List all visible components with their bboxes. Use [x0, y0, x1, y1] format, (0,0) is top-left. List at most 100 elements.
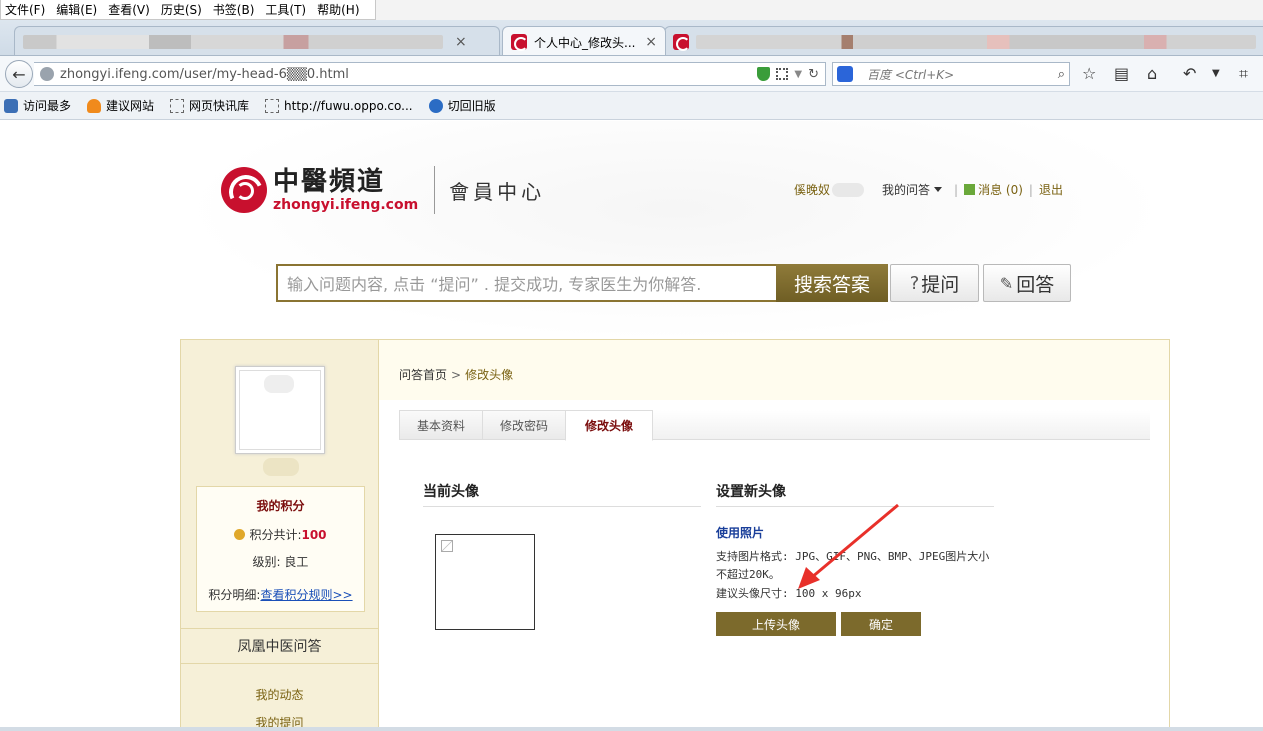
score-detail: 积分明细:查看积分规则>> [197, 586, 364, 603]
home-icon[interactable]: ⌂ [1147, 64, 1157, 83]
shield-icon[interactable] [757, 67, 771, 81]
menu-help[interactable]: 帮助(H) [317, 1, 359, 18]
menu-tools[interactable]: 工具(T) [265, 1, 306, 18]
lightbulb-icon [87, 98, 102, 113]
gear-icon [4, 98, 18, 113]
dropdown-arrow-icon[interactable]: ▼ [794, 69, 802, 80]
menu-file[interactable]: 文件(F) [5, 1, 45, 18]
user-name[interactable]: 傒晚奴 [794, 181, 830, 198]
sidebar: 我的积分 积分共计: 100 级别: 良工 积分明细:查看积分规则>> 凤凰中医… [180, 339, 379, 731]
sidebar-item-my-activity[interactable]: 我的动态 [181, 686, 378, 703]
bookmark-label: 网页快讯库 [189, 99, 250, 113]
menu-edit[interactable]: 编辑(E) [56, 1, 97, 18]
header-background [180, 121, 1170, 341]
tab-basic-info[interactable]: 基本资料 [399, 410, 483, 440]
pencil-icon: ✎ [999, 273, 1014, 293]
user-name-blur [832, 182, 865, 197]
menu-bookmarks[interactable]: 书签(B) [213, 1, 255, 18]
logout-link[interactable]: 退出 [1039, 181, 1063, 198]
level-label: 级别: [252, 555, 281, 569]
url-text[interactable]: zhongyi.ifeng.com/user/my-head-6▒▒0.html [60, 67, 757, 82]
baidu-paw-icon[interactable] [837, 66, 853, 82]
bookmark-oppo[interactable]: http://fuwu.oppo.co... [265, 98, 413, 113]
search-placeholder[interactable]: 百度 <Ctrl+K> [867, 66, 1058, 83]
logo-chinese: 中醫頻道 [273, 167, 386, 197]
url-bar[interactable]: zhongyi.ifeng.com/user/my-head-6▒▒0.html… [34, 62, 826, 86]
profile-tabs: 基本资料 修改密码 修改头像 [399, 410, 1150, 441]
qr-code-icon[interactable] [776, 68, 789, 80]
tab-blurred-1[interactable]: × [14, 26, 500, 55]
answer-label: 回答 [1016, 273, 1055, 296]
search-bar[interactable]: 百度 <Ctrl+K> ⌕ [832, 62, 1070, 86]
status-bar [0, 727, 1263, 731]
arrow-left-icon: ← [12, 64, 26, 84]
new-avatar-title: 设置新头像 [716, 484, 786, 500]
annotation-arrow-icon [798, 503, 899, 589]
reading-list-icon[interactable]: ▤ [1114, 64, 1129, 83]
ask-label: 提问 [921, 273, 960, 296]
use-photo-link[interactable]: 使用照片 [716, 524, 764, 541]
score-title: 我的积分 [256, 499, 305, 513]
bookmark-label: 切回旧版 [447, 99, 496, 113]
score-total-label: 积分共计: [249, 528, 302, 542]
answer-button[interactable]: ✎ 回答 [983, 264, 1071, 302]
bookmark-star-icon[interactable]: ☆ [1082, 64, 1096, 83]
breadcrumb-current: 修改头像 [465, 368, 514, 382]
tab-change-avatar[interactable]: 修改头像 [565, 410, 653, 441]
score-rules-link[interactable]: 查看积分规则>> [260, 588, 352, 602]
score-total: 积分共计: 100 [197, 526, 364, 543]
breadcrumb-home[interactable]: 问答首页 [399, 368, 447, 382]
magnifier-icon[interactable]: ⌕ [1058, 67, 1065, 82]
tab-title: 个人中心_修改头... [534, 35, 636, 50]
separator: | [954, 182, 959, 197]
ask-button[interactable]: ? 提问 [890, 264, 979, 302]
tab-close-icon[interactable]: × [645, 34, 657, 50]
current-avatar-image [435, 534, 535, 630]
blurred-title [696, 34, 1256, 49]
size-limit-hint: 不超过20K。 [716, 568, 780, 581]
ifeng-favicon-icon [511, 34, 528, 51]
bookmark-web-slices[interactable]: 网页快讯库 [170, 97, 249, 114]
back-button[interactable]: ← [5, 60, 33, 88]
messages-link[interactable]: 消息 (0) [978, 181, 1023, 198]
score-level: 级别: 良工 [197, 553, 364, 570]
upload-avatar-button[interactable]: 上传头像 [716, 612, 836, 636]
breadcrumb: 问答首页 > 修改头像 [399, 366, 513, 383]
level-value: 良工 [284, 555, 309, 569]
main-header: 问答首页 > 修改头像 [379, 340, 1169, 400]
bookmark-most-visited[interactable]: 访问最多 [4, 97, 71, 114]
separator: | [1028, 182, 1033, 197]
crop-icon[interactable]: ⌗ [1239, 64, 1248, 84]
dashed-page-icon [170, 98, 185, 113]
question-input[interactable]: 输入问题内容, 点击 “提问” . 提交成功, 专家医生为你解答. [276, 264, 778, 302]
site-logo[interactable]: 中醫頻道 zhongyi.ifeng.com 會員中心 [221, 166, 545, 214]
my-questions-menu[interactable]: 我的问答 [882, 181, 930, 198]
undo-icon[interactable]: ↶ [1183, 64, 1196, 83]
main-panel: 问答首页 > 修改头像 基本资料 修改密码 修改头像 当前头像 设置新头像 使用照片… [378, 339, 1170, 731]
tab-strip: × 个人中心_修改头... × [0, 20, 1263, 56]
reload-icon[interactable]: ↻ [808, 67, 819, 82]
search-answers-button[interactable]: 搜索答案 [776, 264, 888, 302]
confirm-button[interactable]: 确定 [841, 612, 921, 636]
avatar-image [239, 370, 321, 450]
menu-items: 文件(F) 编辑(E) 查看(V) 历史(S) 书签(B) 工具(T) 帮助(H… [0, 0, 376, 20]
refresh-icon [428, 98, 443, 113]
question-mark-icon: ? [909, 272, 920, 294]
logo-text: 中醫頻道 zhongyi.ifeng.com [273, 167, 418, 213]
tab-close-icon[interactable]: × [455, 34, 467, 50]
message-icon [964, 184, 976, 195]
bookmark-label: 访问最多 [23, 99, 72, 113]
sidebar-section-title: 凤凰中医问答 [181, 628, 378, 664]
caret-down-icon[interactable] [934, 186, 943, 192]
tab-active[interactable]: 个人中心_修改头... × [502, 26, 666, 55]
chevron-down-icon[interactable]: ▼ [1212, 68, 1220, 79]
tab-blurred-2[interactable] [664, 26, 1263, 55]
ifeng-logo-icon [221, 167, 267, 213]
menu-view[interactable]: 查看(V) [108, 1, 150, 18]
bookmark-suggested[interactable]: 建议网站 [87, 97, 154, 114]
logo-divider [434, 166, 436, 214]
tab-change-password[interactable]: 修改密码 [482, 410, 566, 440]
bookmark-old-version[interactable]: 切回旧版 [428, 97, 496, 114]
menu-history[interactable]: 历史(S) [161, 1, 202, 18]
avatar[interactable] [235, 366, 325, 454]
